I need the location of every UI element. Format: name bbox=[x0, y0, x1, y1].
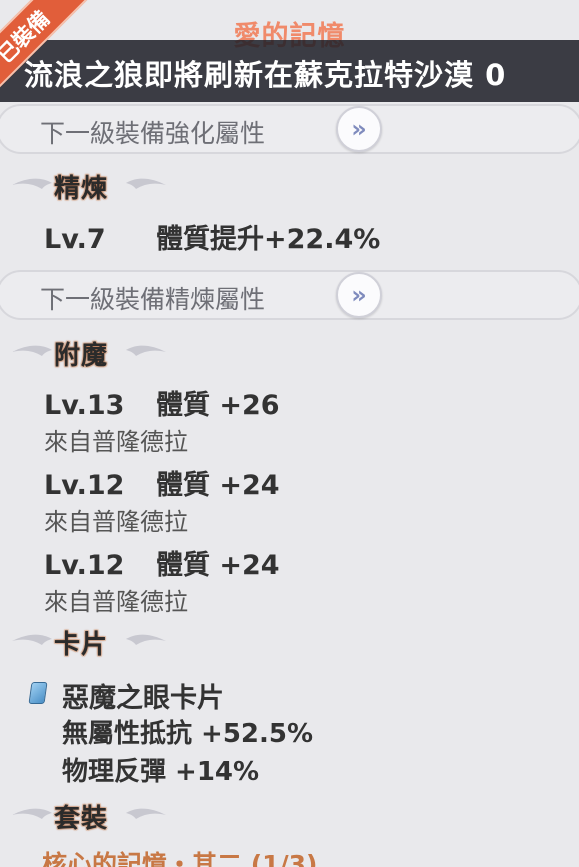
refine-level: Lv.7 bbox=[44, 224, 106, 255]
enchant-row: Lv.12 體質 +24 bbox=[44, 543, 280, 582]
enchant-level: Lv.12 bbox=[44, 550, 125, 581]
refine-section-header: 精煉 bbox=[0, 166, 200, 206]
left-wing-icon bbox=[12, 634, 52, 645]
announcement-marquee: 流浪之狼即將刷新在蘇克拉特沙漠 0 bbox=[0, 40, 579, 102]
enchant-title: 附魔 bbox=[54, 341, 109, 371]
enchant-stat: 體質 +24 bbox=[156, 550, 280, 581]
right-wing-icon bbox=[126, 634, 166, 645]
set-title: 套裝 bbox=[54, 804, 109, 834]
enchant-level: Lv.13 bbox=[44, 390, 125, 421]
enchant-row: Lv.12 體質 +24 bbox=[44, 463, 280, 502]
double-chevron-icon: » bbox=[351, 115, 367, 143]
enchant-source: 來自普隆德拉 bbox=[44, 588, 188, 616]
refine-row: Lv.7 體質提升+22.4% bbox=[44, 217, 380, 256]
next-enhance-label: 下一級裝備強化屬性 bbox=[40, 119, 266, 148]
next-enhance-button[interactable]: » bbox=[336, 106, 382, 152]
left-wing-icon bbox=[12, 345, 52, 356]
next-refine-row[interactable]: 下一級裝備精煉屬性 » bbox=[0, 270, 579, 320]
announcement-text: 流浪之狼即將刷新在蘇克拉特沙漠 0 bbox=[24, 58, 507, 92]
card-icon bbox=[28, 682, 48, 704]
enchant-level: Lv.12 bbox=[44, 470, 125, 501]
left-wing-icon bbox=[12, 178, 52, 189]
refine-title: 精煉 bbox=[54, 174, 109, 204]
equipment-detail-panel: 愛的記憶 流浪之狼即將刷新在蘇克拉特沙漠 0 已裝備 下一級裝備強化屬性 » 精… bbox=[0, 0, 579, 867]
card-title: 卡片 bbox=[54, 630, 109, 660]
right-wing-icon bbox=[126, 345, 166, 356]
enchant-source: 來自普隆德拉 bbox=[44, 428, 188, 456]
right-wing-icon bbox=[126, 178, 166, 189]
next-enhance-row[interactable]: 下一級裝備強化屬性 » bbox=[0, 104, 579, 154]
next-refine-label: 下一級裝備精煉屬性 bbox=[40, 285, 266, 314]
enchant-section-header: 附魔 bbox=[0, 333, 200, 373]
enchant-row: Lv.13 體質 +26 bbox=[44, 383, 280, 422]
enchant-stat: 體質 +24 bbox=[156, 470, 280, 501]
next-refine-button[interactable]: » bbox=[336, 272, 382, 318]
card-stat: 物理反彈 +14% bbox=[62, 757, 260, 787]
card-name[interactable]: 惡魔之眼卡片 bbox=[62, 676, 224, 715]
enchant-source: 來自普隆德拉 bbox=[44, 508, 188, 536]
right-wing-icon bbox=[126, 808, 166, 819]
refine-stat: 體質提升+22.4% bbox=[156, 224, 381, 255]
card-section-header: 卡片 bbox=[0, 622, 200, 662]
set-name: 核心的記憶・其二 (1/3) bbox=[42, 850, 318, 867]
enchant-stat: 體質 +26 bbox=[156, 390, 280, 421]
set-section-header: 套裝 bbox=[0, 796, 200, 836]
card-stat: 無屬性抵抗 +52.5% bbox=[62, 719, 314, 749]
left-wing-icon bbox=[12, 808, 52, 819]
double-chevron-icon: » bbox=[351, 281, 367, 309]
